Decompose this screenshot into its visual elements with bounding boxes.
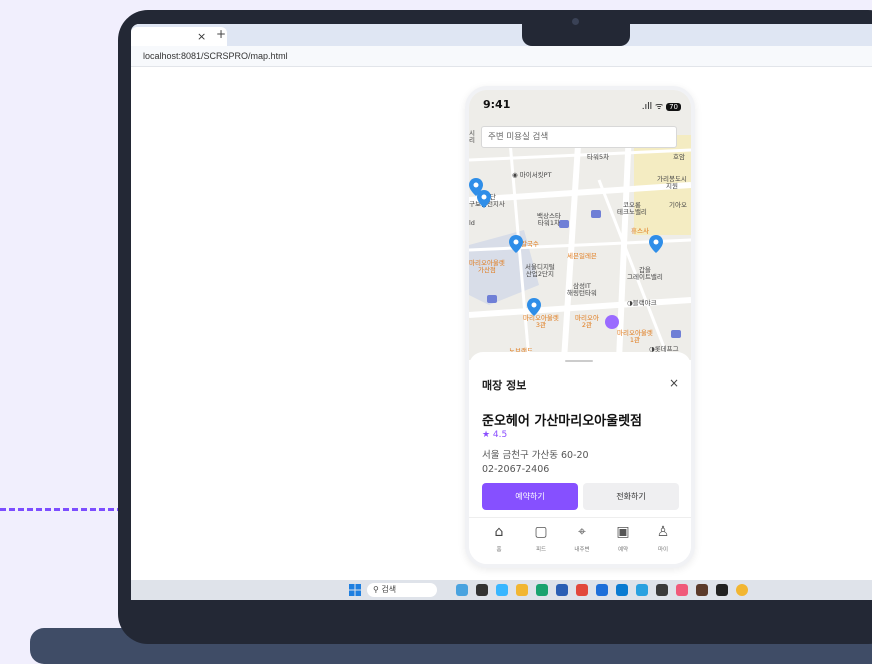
map-label: 마리오아울렛 1관	[617, 329, 653, 345]
map-label: 시리	[469, 129, 475, 145]
map-label: 코오롱 테크노밸리	[617, 201, 647, 217]
nav-item-nearby[interactable]: ⌖ 내주변	[562, 524, 602, 553]
search-input[interactable]	[481, 126, 677, 148]
nav-label: 예약	[617, 547, 629, 553]
phone-frame: 9:41 .ıll ᯤ 70 시리 타워5차 호암 ◉ 마이서킷PT 가리봉도시…	[465, 86, 695, 568]
app-icon[interactable]	[496, 584, 508, 596]
map-label: 호암	[673, 153, 685, 161]
nav-label: 홈	[496, 547, 502, 553]
nav-item-home[interactable]: ⌂ 홈	[479, 524, 519, 553]
status-icons: .ıll ᯤ 70	[642, 99, 681, 112]
tab-close-icon[interactable]: ×	[197, 30, 206, 43]
map-label: ◑블랙야크	[627, 299, 657, 307]
nav-label: 피드	[535, 547, 547, 553]
bottom-nav: ⌂ 홈 ▢ 피드 ⌖ 내주변 ▣ 예약 ♙ 마이	[469, 517, 691, 564]
home-icon: ⌂	[494, 524, 504, 540]
app-icon[interactable]	[696, 584, 708, 596]
app-icon[interactable]	[676, 584, 688, 596]
sheet-drag-handle[interactable]	[565, 360, 593, 362]
camera-notch	[522, 12, 630, 46]
map-pin-icon[interactable]	[477, 190, 491, 208]
chrome-icon[interactable]	[736, 584, 748, 596]
map-label: 기아오	[669, 201, 687, 209]
folder-icon[interactable]	[516, 584, 528, 596]
map-label: 삼성IT 해링턴타워	[567, 282, 597, 298]
map-label: 타워5차	[587, 153, 610, 161]
store-info-sheet: 매장 정보 × 준오헤어 가산마리오아울렛점 ★ 4.5 서울 금천구 가산동 …	[469, 352, 691, 564]
windows-start-icon[interactable]	[349, 584, 361, 596]
map-label: 마리오아 2관	[575, 314, 599, 330]
map-label: 백상스타 타워1차	[537, 212, 561, 228]
app-icon[interactable]	[716, 584, 728, 596]
app-icon[interactable]	[636, 584, 648, 596]
app-icon[interactable]	[536, 584, 548, 596]
windows-taskbar: ⚲ 검색	[131, 580, 872, 600]
store-name: 준오헤어 가산마리오아울렛점	[482, 414, 643, 429]
map-label: ld	[469, 219, 475, 227]
nav-label: 내주변	[574, 547, 590, 553]
map-pin-icon[interactable]	[509, 235, 523, 253]
taskbar-search-label: 검색	[381, 585, 397, 594]
widgets-icon[interactable]	[456, 584, 468, 596]
nav-item-feed[interactable]: ▢ 피드	[521, 524, 561, 553]
url-text[interactable]: localhost:8081/SCRSPRO/map.html	[143, 51, 288, 61]
taskbar-search[interactable]: ⚲ 검색	[367, 583, 437, 597]
map-label: 가리봉도시 지원	[657, 175, 687, 191]
map-pin-icon[interactable]	[527, 298, 541, 316]
app-icon[interactable]	[576, 584, 588, 596]
map-label: ◉ 마이서킷PT	[512, 171, 552, 179]
browser-tab-bar: × +	[131, 24, 872, 46]
store-rating: ★ 4.5	[482, 430, 508, 440]
new-tab-icon[interactable]: +	[216, 27, 226, 41]
map-label: 마리오아울렛 3관	[523, 314, 559, 330]
map-view[interactable]: 9:41 .ıll ᯤ 70 시리 타워5차 호암 ◉ 마이서킷PT 가리봉도시…	[469, 90, 691, 360]
signal-wifi-icon: .ıll ᯤ	[641, 102, 664, 112]
map-pin-icon[interactable]	[649, 235, 663, 253]
reserve-button[interactable]: 예약하기	[482, 483, 578, 510]
map-label: 마리오아울렛 가산점	[469, 259, 505, 275]
map-label: 세븐일레븐	[567, 252, 597, 260]
nav-item-reservation[interactable]: ▣ 예약	[603, 524, 643, 553]
user-icon: ♙	[656, 524, 670, 540]
call-button[interactable]: 전화하기	[583, 483, 679, 510]
map-label: 서울디지털 산업2단지	[525, 263, 555, 279]
map-label: 갑을 그레이트밸리	[627, 266, 663, 282]
calendar-icon: ▣	[616, 524, 630, 540]
nav-label: 마이	[657, 547, 669, 553]
close-icon[interactable]: ×	[669, 376, 679, 390]
sheet-title: 매장 정보	[482, 379, 527, 392]
app-icon[interactable]	[556, 584, 568, 596]
map-label: 휴스사	[631, 227, 649, 235]
store-address: 서울 금천구 가산동 60-20	[482, 450, 589, 461]
map-pin-icon: ⌖	[578, 524, 586, 540]
address-bar[interactable]: localhost:8081/SCRSPRO/map.html	[131, 46, 872, 67]
selected-location-marker[interactable]	[605, 315, 619, 329]
nav-item-my[interactable]: ♙ 마이	[643, 524, 683, 553]
taskview-icon[interactable]	[476, 584, 488, 596]
dropbox-icon[interactable]	[596, 584, 608, 596]
app-icon[interactable]	[616, 584, 628, 596]
feed-icon: ▢	[534, 524, 548, 540]
browser-tab[interactable]: ×	[131, 27, 227, 46]
status-time: 9:41	[483, 98, 511, 111]
store-phone: 02-2067-2406	[482, 464, 550, 475]
app-icon[interactable]	[656, 584, 668, 596]
battery-icon: 70	[666, 103, 681, 111]
camera-lens	[572, 18, 579, 25]
